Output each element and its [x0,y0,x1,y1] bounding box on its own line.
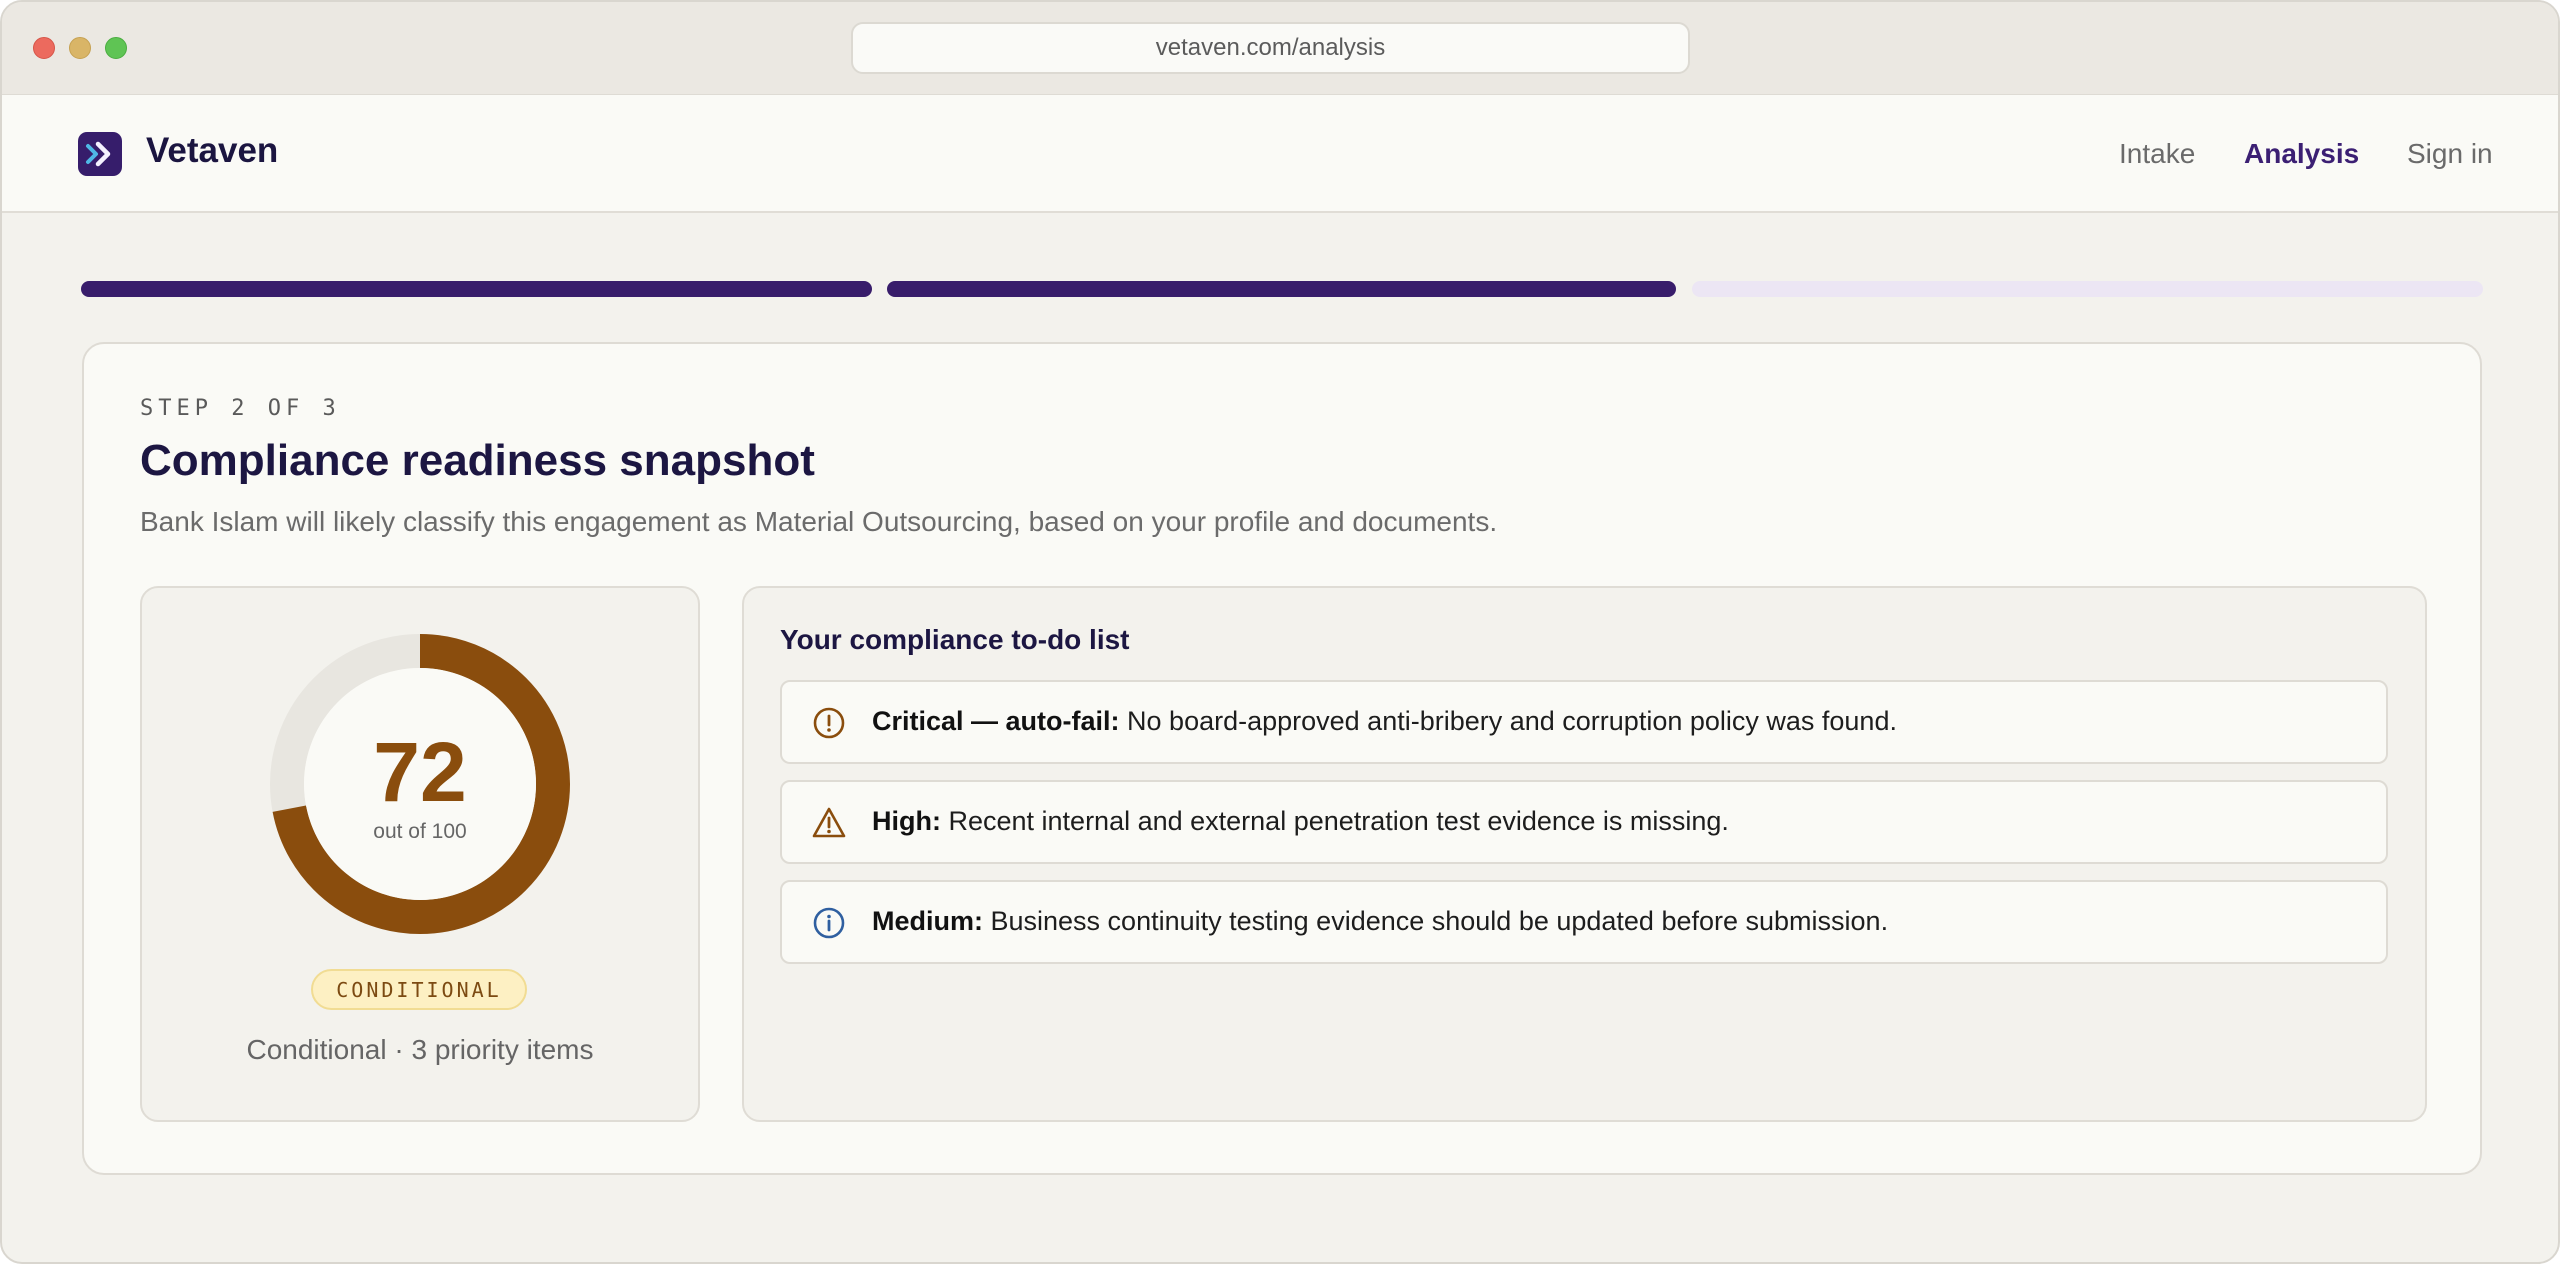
score-out-of: out of 100 [373,820,467,843]
maximize-window-button[interactable] [105,37,127,59]
info-circle-icon [813,907,845,939]
nav-sign-in[interactable]: Sign in [2407,138,2493,170]
progress-segment-2 [887,281,1676,297]
vetaven-logo-icon[interactable] [78,132,122,176]
todo-item-text: High: Recent internal and external penet… [872,806,1729,836]
todo-item-medium[interactable]: Medium: Business continuity testing evid… [780,880,2388,964]
alert-circle-icon [813,707,845,739]
warning-triangle-icon [812,807,846,838]
todo-item-text: Critical — auto-fail: No board-approved … [872,706,1897,736]
analysis-card: STEP 2 OF 3 Compliance readiness snapsho… [82,342,2482,1175]
brand-name[interactable]: Vetaven [146,131,278,171]
score-value: 72 [373,725,467,819]
minimize-window-button[interactable] [69,37,91,59]
nav-analysis[interactable]: Analysis [2244,138,2359,170]
close-window-button[interactable] [33,37,55,59]
status-badge: CONDITIONAL [311,969,527,1010]
step-indicator: STEP 2 OF 3 [140,396,341,421]
todo-title: Your compliance to-do list [780,624,1130,655]
nav-intake[interactable]: Intake [2119,138,2195,170]
todo-item-high[interactable]: High: Recent internal and external penet… [780,780,2388,864]
page-subtitle: Bank Islam will likely classify this eng… [140,506,1498,537]
page-title: Compliance readiness snapshot [140,436,815,485]
progress-segment-1 [81,281,872,297]
address-bar[interactable]: vetaven.com/analysis [851,22,1690,74]
score-panel: 72 out of 100 CONDITIONAL Conditional · … [140,586,700,1122]
todo-item-text: Medium: Business continuity testing evid… [872,906,1889,936]
progress-segment-3 [1692,281,2483,297]
app-header: Vetaven Intake Analysis Sign in [2,95,2558,213]
todo-panel: Your compliance to-do list Critical — au… [742,586,2427,1122]
todo-item-critical[interactable]: Critical — auto-fail: No board-approved … [780,680,2388,764]
browser-window: vetaven.com/analysis Vetaven Intake Anal… [0,0,2560,1264]
address-bar-url: vetaven.com/analysis [1155,34,1386,61]
score-caption: Conditional · 3 priority items [246,1034,594,1065]
browser-titlebar: vetaven.com/analysis [2,2,2558,95]
